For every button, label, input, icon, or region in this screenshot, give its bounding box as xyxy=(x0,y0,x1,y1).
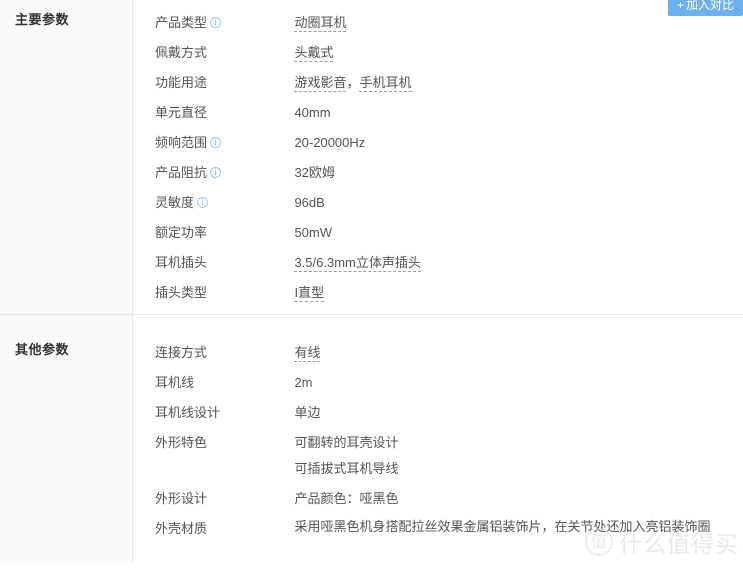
spec-label: 频响范围 xyxy=(155,128,290,158)
spec-value: 头戴式 xyxy=(294,38,334,68)
spec-value: 产品颜色：哑黑色 xyxy=(294,491,399,506)
spec-value-link[interactable]: 动圈耳机 xyxy=(294,15,347,32)
info-icon[interactable] xyxy=(210,167,222,179)
spec-label: 外形设计 xyxy=(155,491,208,506)
spec-value: 采用哑黑色机身搭配拉丝效果金属铝装饰片，在关节处还加入亮铝装饰圈 xyxy=(294,519,711,534)
spec-value: 3.5/6.3mm立体声插头 xyxy=(294,248,421,278)
section-title-other: 其他参数 xyxy=(15,342,70,357)
spec-label: 灵敏度 xyxy=(155,188,290,218)
info-icon[interactable] xyxy=(210,17,222,29)
spec-value: I直型 xyxy=(294,278,325,308)
spec-label: 单元直径 xyxy=(155,105,208,120)
spec-value: 96dB xyxy=(294,195,325,210)
spec-row: 单元直径 40mm xyxy=(155,98,421,128)
spec-label: 额定功率 xyxy=(155,225,208,240)
spec-row: 外壳材质 采用哑黑色机身搭配拉丝效果金属铝装饰片，在关节处还加入亮铝装饰圈 xyxy=(155,514,714,570)
spec-value-link[interactable]: 手机耳机 xyxy=(359,75,412,92)
spec-row: 功能用途 游戏影音，手机耳机 xyxy=(155,68,421,98)
spec-value-line: 可插拔式耳机导线 xyxy=(294,461,399,476)
spec-value: 20-20000Hz xyxy=(294,135,366,150)
spec-row: 外形设计 产品颜色：哑黑色 xyxy=(155,484,714,514)
info-icon[interactable] xyxy=(210,137,222,149)
spec-value-link[interactable]: 有线 xyxy=(294,345,321,362)
spec-row: 连接方式 有线 xyxy=(155,338,714,368)
spec-row: 耳机线 2m xyxy=(155,368,714,398)
spec-value: 32欧姆 xyxy=(294,165,335,180)
spec-label: 耳机线 xyxy=(155,375,195,390)
spec-value: 动圈耳机 xyxy=(294,8,347,38)
spec-row: 耳机插头 3.5/6.3mm立体声插头 xyxy=(155,248,421,278)
spec-row: 频响范围 20-20000Hz xyxy=(155,128,421,158)
spec-row: 外形特色 可翻转的耳壳设计 可插拔式耳机导线 xyxy=(155,428,714,484)
spec-label: 插头类型 xyxy=(155,285,208,300)
spec-row: 产品类型 动圈耳机 xyxy=(155,8,421,38)
spec-label: 外壳材质 xyxy=(155,521,208,536)
spec-label: 佩戴方式 xyxy=(155,45,208,60)
spec-rows-other: 连接方式 有线 耳机线 2m 耳机线设计 单边 外形特色 可翻转的耳壳设计 可插… xyxy=(155,338,714,570)
spec-row: 耳机线设计 单边 xyxy=(155,398,714,428)
spec-value: 2m xyxy=(294,375,313,390)
spec-row: 产品阻抗 32欧姆 xyxy=(155,158,421,188)
spec-value-link[interactable]: 3.5/6.3mm立体声插头 xyxy=(294,255,421,272)
spec-row: 插头类型 I直型 xyxy=(155,278,421,308)
spec-value-line: 可翻转的耳壳设计 xyxy=(294,435,399,450)
spec-label: 功能用途 xyxy=(155,75,208,90)
spec-value: 单边 xyxy=(294,405,321,420)
product-spec-table: +加入对比 主要参数 产品类型 动圈耳机 佩戴方式 头戴式 功能用途 游戏影音，… xyxy=(0,0,743,563)
spec-label: 耳机线设计 xyxy=(155,405,221,420)
spec-label: 连接方式 xyxy=(155,345,208,360)
spec-value: 40mm xyxy=(294,105,331,120)
spec-section-other: 其他参数 连接方式 有线 耳机线 2m 耳机线设计 单边 外形特色 可翻转的耳壳… xyxy=(0,315,743,563)
spec-label: 产品类型 xyxy=(155,8,290,38)
spec-value: 50mW xyxy=(294,225,333,240)
spec-label: 产品阻抗 xyxy=(155,158,290,188)
spec-value: 有线 xyxy=(294,338,321,368)
value-separator: ， xyxy=(346,75,360,90)
spec-value: 可翻转的耳壳设计 可插拔式耳机导线 xyxy=(294,428,398,482)
spec-label: 外形特色 xyxy=(155,435,208,450)
spec-value-link[interactable]: 游戏影音 xyxy=(294,75,347,92)
spec-section-main: 主要参数 产品类型 动圈耳机 佩戴方式 头戴式 功能用途 游戏影音，手机耳机 单… xyxy=(0,0,743,314)
info-icon[interactable] xyxy=(197,197,209,209)
spec-value-link[interactable]: I直型 xyxy=(294,285,325,302)
spec-value: 游戏影音，手机耳机 xyxy=(294,68,412,98)
spec-label: 耳机插头 xyxy=(155,255,208,270)
spec-row: 灵敏度 96dB xyxy=(155,188,421,218)
spec-row: 额定功率 50mW xyxy=(155,218,421,248)
spec-rows-main: 产品类型 动圈耳机 佩戴方式 头戴式 功能用途 游戏影音，手机耳机 单元直径 4… xyxy=(155,8,421,308)
spec-value-link[interactable]: 头戴式 xyxy=(294,45,334,62)
section-title-main: 主要参数 xyxy=(15,12,70,27)
spec-row: 佩戴方式 头戴式 xyxy=(155,38,421,68)
